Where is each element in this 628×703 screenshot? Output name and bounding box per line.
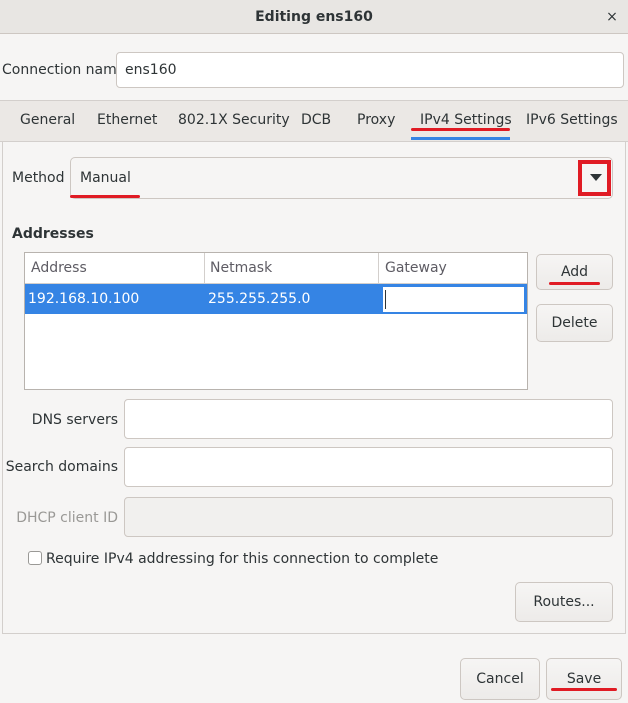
active-tab-indicator: [411, 137, 510, 140]
method-label: Method: [12, 170, 65, 186]
routes-button[interactable]: Routes...: [515, 582, 613, 622]
text-caret: [385, 290, 386, 309]
dhcp-client-id-label: DHCP client ID: [16, 510, 118, 526]
tab-proxy[interactable]: Proxy: [357, 100, 395, 142]
column-separator: [204, 253, 205, 283]
column-header-netmask[interactable]: Netmask: [210, 253, 272, 283]
require-ipv4-label[interactable]: Require IPv4 addressing for this connect…: [46, 547, 438, 571]
tab-general[interactable]: General: [20, 100, 75, 142]
netmask-cell[interactable]: 255.255.255.0: [208, 284, 310, 314]
addresses-heading: Addresses: [12, 226, 94, 242]
tab-8021x-security[interactable]: 802.1X Security: [178, 100, 290, 142]
connection-name-label: Connection name: [2, 62, 126, 78]
method-value: Manual: [80, 170, 131, 186]
tab-ipv4-settings[interactable]: IPv4 Settings: [420, 100, 512, 142]
tab-ipv6-settings[interactable]: IPv6 Settings: [526, 100, 618, 142]
column-separator: [378, 253, 379, 283]
search-domains-label: Search domains: [5, 459, 118, 475]
require-ipv4-checkbox[interactable]: [28, 551, 42, 565]
tab-dcb[interactable]: DCB: [301, 100, 331, 142]
dns-servers-label: DNS servers: [31, 412, 118, 428]
save-button[interactable]: Save: [546, 658, 622, 700]
address-cell[interactable]: 192.168.10.100: [28, 284, 139, 314]
column-header-address[interactable]: Address: [31, 253, 87, 283]
column-header-gateway[interactable]: Gateway: [385, 253, 447, 283]
dhcp-client-id-field: [124, 497, 613, 537]
connection-name-field[interactable]: ens160: [116, 52, 624, 88]
delete-button[interactable]: Delete: [536, 304, 613, 342]
chevron-down-icon: [590, 174, 602, 181]
tab-ethernet[interactable]: Ethernet: [97, 100, 157, 142]
dns-servers-field[interactable]: [124, 399, 613, 439]
close-icon[interactable]: ×: [598, 0, 626, 34]
annotation-underline: [551, 688, 617, 691]
cancel-button[interactable]: Cancel: [460, 658, 540, 700]
annotation-underline: [549, 282, 600, 285]
annotation-underline: [70, 195, 140, 198]
gateway-cell-editor[interactable]: [382, 286, 525, 313]
addresses-table: [24, 252, 528, 390]
annotation-underline: [411, 128, 510, 131]
method-dropdown[interactable]: [70, 157, 613, 199]
search-domains-field[interactable]: [124, 447, 613, 487]
window-title: Editing ens160: [255, 9, 373, 25]
